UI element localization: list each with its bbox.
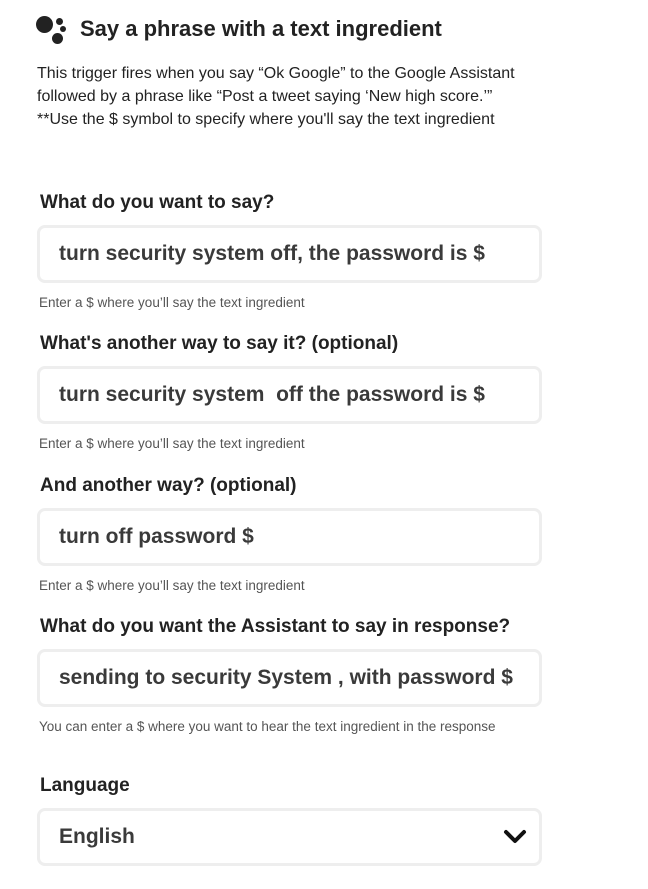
third-phrase-label: And another way? (optional) — [40, 475, 297, 496]
phrase-label: What do you want to say? — [40, 192, 275, 213]
phrase-help-text: Enter a $ where you’ll say the text ingr… — [39, 295, 305, 310]
response-help-text: You can enter a $ where you want to hear… — [39, 719, 496, 734]
response-input[interactable]: sending to security System , with passwo… — [37, 649, 542, 707]
language-selected-value: English — [59, 825, 135, 848]
third-phrase-input[interactable]: turn off password $ — [37, 508, 542, 566]
trigger-header: Say a phrase with a text ingredient — [36, 12, 442, 46]
alternate-phrase-field: What's another way to say it? (optional)… — [37, 331, 542, 453]
alternate-phrase-input[interactable]: turn security system off the password is… — [37, 366, 542, 424]
language-select[interactable]: English — [37, 808, 542, 866]
language-field: Language English — [37, 773, 542, 866]
language-label: Language — [40, 775, 130, 796]
trigger-description: This trigger fires when you say “Ok Goog… — [37, 65, 515, 128]
chevron-down-icon — [504, 830, 526, 843]
phrase-input[interactable]: turn security system off, the password i… — [37, 225, 542, 283]
third-phrase-help-text: Enter a $ where you’ll say the text ingr… — [39, 578, 305, 593]
google-assistant-icon — [36, 14, 70, 44]
third-phrase-field: And another way? (optional) turn off pas… — [37, 473, 542, 595]
response-label: What do you want the Assistant to say in… — [40, 616, 511, 637]
alternate-phrase-help-text: Enter a $ where you’ll say the text ingr… — [39, 436, 305, 451]
trigger-title: Say a phrase with a text ingredient — [80, 16, 442, 41]
response-field: What do you want the Assistant to say in… — [37, 614, 542, 736]
alternate-phrase-label: What's another way to say it? (optional) — [40, 333, 399, 354]
phrase-field: What do you want to say? turn security s… — [37, 190, 542, 312]
